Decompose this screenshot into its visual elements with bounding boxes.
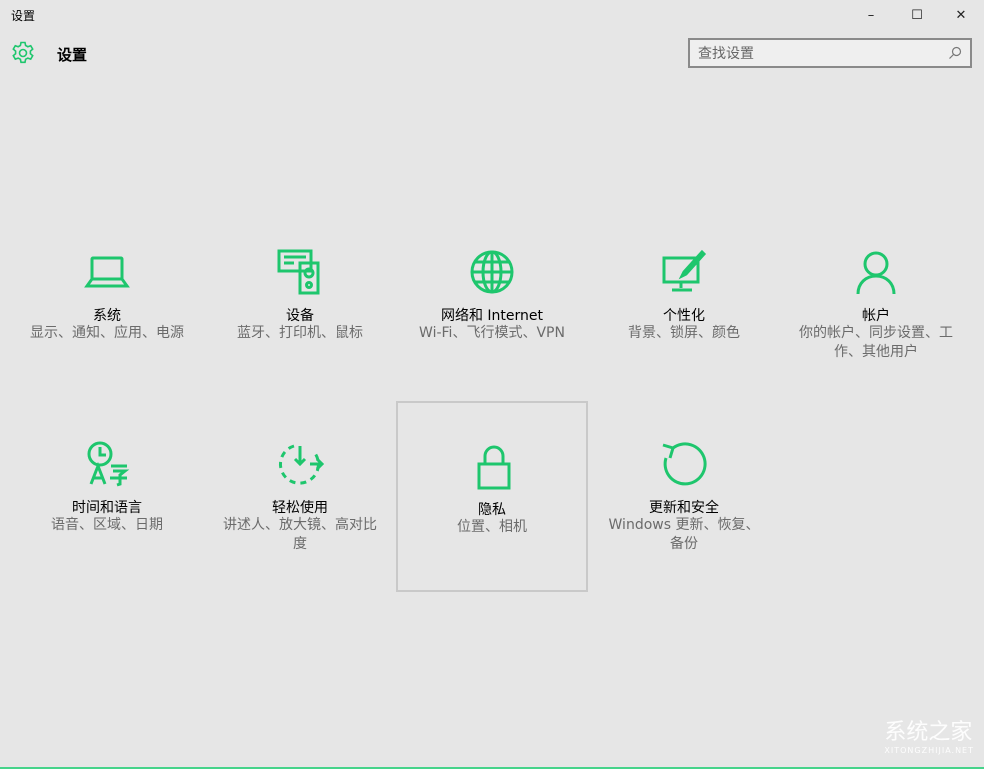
tile-personalization[interactable]: 个性化 背景、锁屏、颜色 [588,209,780,400]
title-bar: 设置 – ☐ ✕ [0,0,984,30]
tile-devices[interactable]: 设备 蓝牙、打印机、鼠标 [204,209,396,400]
devices-icon [276,248,324,296]
tile-label: 更新和安全 [588,497,780,517]
tile-description: Wi-Fi、飞行模式、VPN [410,324,574,343]
minimize-button[interactable]: – [848,0,894,30]
page-title: 设置 [57,44,87,65]
tile-label: 系统 [11,305,203,325]
gear-icon [11,41,35,65]
maximize-button[interactable]: ☐ [894,0,940,30]
tile-description: 讲述人、放大镜、高对比度 [218,516,382,554]
tile-description: Windows 更新、恢复、备份 [602,516,766,554]
tile-description: 你的帐户、同步设置、工作、其他用户 [794,324,958,362]
tile-person[interactable]: 帐户 你的帐户、同步设置、工作、其他用户 [780,209,972,400]
ease-of-access-icon [276,440,324,488]
tile-label: 网络和 Internet [396,305,588,325]
tile-description: 背景、锁屏、颜色 [602,324,766,343]
tile-label: 设备 [204,305,396,325]
laptop-icon [83,248,131,296]
tile-label: 隐私 [398,499,586,519]
watermark: 系统之家XITONGZHIJIA.NET [884,714,974,755]
search-icon[interactable] [948,46,962,60]
tile-label: 个性化 [588,305,780,325]
tile-laptop[interactable]: 系统 显示、通知、应用、电源 [11,209,203,400]
personalization-icon [660,248,708,296]
person-icon [852,248,900,296]
tile-label: 帐户 [780,305,972,325]
tile-ease-of-access[interactable]: 轻松使用 讲述人、放大镜、高对比度 [204,401,396,592]
tile-description: 显示、通知、应用、电源 [25,324,189,343]
tile-refresh[interactable]: 更新和安全 Windows 更新、恢复、备份 [588,401,780,592]
lock-icon [470,442,518,490]
globe-icon [468,248,516,296]
window-title: 设置 [11,7,35,24]
tile-description: 语音、区域、日期 [25,516,189,535]
tile-description: 蓝牙、打印机、鼠标 [218,324,382,343]
time-language-icon [83,440,131,488]
tile-time-language[interactable]: 时间和语言 语音、区域、日期 [11,401,203,592]
refresh-icon [660,440,708,488]
tile-description: 位置、相机 [412,518,572,537]
tile-globe[interactable]: 网络和 Internet Wi-Fi、飞行模式、VPN [396,209,588,400]
tile-label: 轻松使用 [204,497,396,517]
close-button[interactable]: ✕ [938,0,984,30]
tile-lock[interactable]: 隐私 位置、相机 [396,401,588,592]
search-input[interactable]: 查找设置 [688,38,972,68]
tile-label: 时间和语言 [11,497,203,517]
